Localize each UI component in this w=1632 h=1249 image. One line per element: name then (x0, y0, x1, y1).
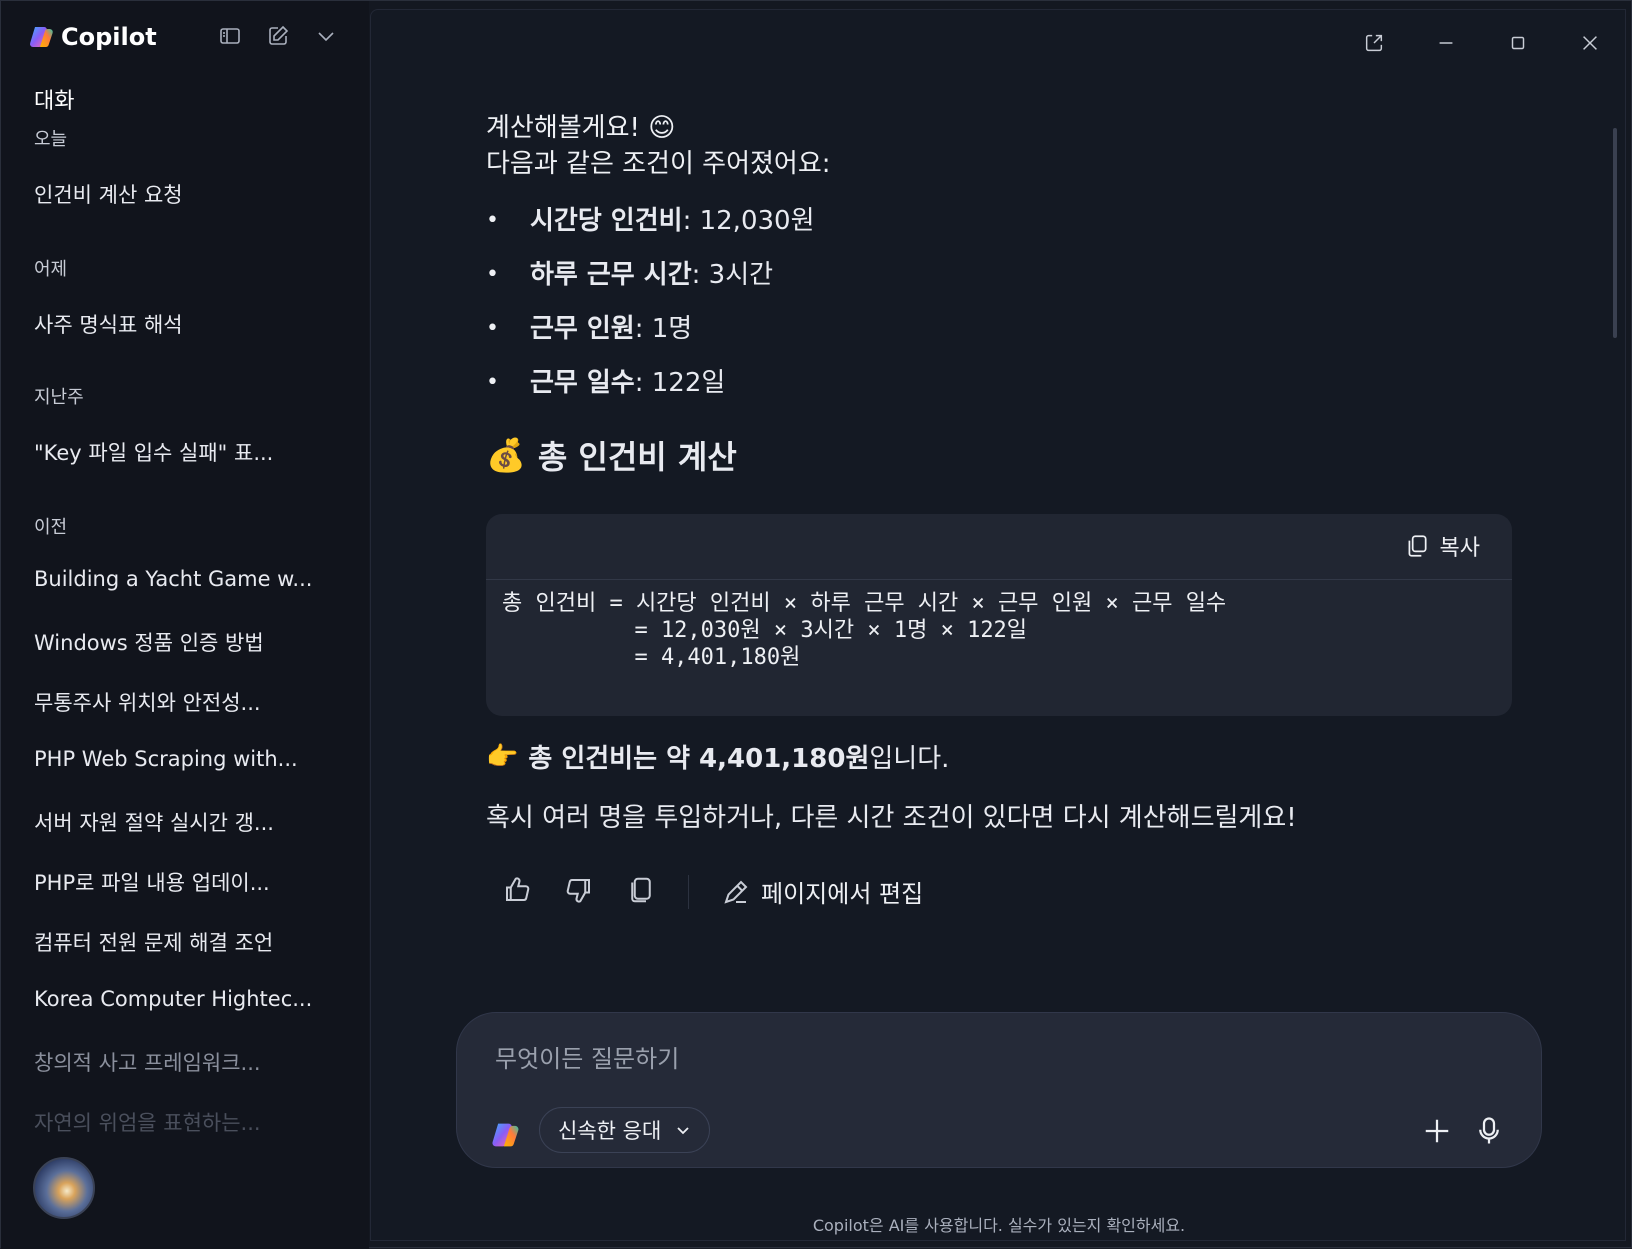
conversation-item[interactable]: 컴퓨터 전원 문제 해결 조언 (34, 927, 334, 957)
copy-message-button[interactable] (626, 875, 656, 909)
mode-label: 신속한 응대 (558, 1119, 662, 1143)
copy-code-button[interactable]: 복사 (1404, 530, 1480, 562)
edit-icon (269, 25, 289, 45)
conversation-item[interactable]: Building a Yacht Game w... (34, 567, 334, 591)
like-button[interactable] (502, 875, 532, 909)
list-item: 시간당 인건비: 12,030원 (486, 194, 1526, 248)
condition-label: 하루 근무 시간 (530, 260, 692, 290)
conversation-item[interactable]: 인건비 계산 요청 (34, 179, 334, 209)
maximize-button[interactable] (1501, 26, 1535, 60)
intro-line-1: 계산해볼게요! 😊 (486, 113, 676, 143)
result-text: 총 인건비는 약 4,401,180원입니다. (528, 738, 949, 775)
composer: 신속한 응대 (456, 1012, 1542, 1168)
copilot-window: Copilot 대화 오늘 인건비 계산 요청 어제 사주 명식표 해석 지난주… (0, 0, 1632, 1249)
intro-line-2: 다음과 같은 조건이 주어졌어요: (486, 149, 831, 179)
conversation-menu-button[interactable] (311, 21, 341, 51)
code-block: 복사 총 인건비 = 시간당 인건비 × 하루 근무 시간 × 근무 인원 × … (486, 514, 1512, 716)
result-tail: 입니다. (869, 744, 950, 774)
group-label-last-week: 지난주 (34, 387, 84, 408)
conversation-item[interactable]: 창의적 사고 프레임워크... (34, 1047, 334, 1077)
conversations-heading: 대화 (34, 89, 75, 114)
minimize-button[interactable] (1429, 26, 1463, 60)
new-chat-button[interactable] (263, 21, 293, 51)
user-avatar[interactable] (33, 1157, 95, 1219)
edit-label: 페이지에서 편집 (761, 880, 924, 908)
voice-input-button[interactable] (1469, 1111, 1509, 1151)
thumbs-up-icon (506, 876, 530, 901)
copy-icon (631, 877, 651, 902)
conversation-item[interactable]: 자연의 위엄을 표현하는... (34, 1107, 334, 1137)
plus-icon (1425, 1119, 1449, 1143)
message-input[interactable] (495, 1039, 1475, 1079)
money-bag-icon: 💰 (486, 436, 526, 474)
copy-icon (1408, 535, 1427, 557)
add-attachment-button[interactable] (1417, 1111, 1457, 1151)
section-heading: 💰 총 인건비 계산 (486, 432, 1526, 478)
brand: Copilot (27, 21, 157, 53)
group-label-earlier: 이전 (34, 517, 68, 538)
dislike-button[interactable] (564, 875, 594, 909)
conversation-item[interactable]: PHP로 파일 내용 업데이... (34, 867, 334, 897)
sidebar-toolbar (215, 21, 341, 51)
chat-panel: 계산해볼게요! 😊 다음과 같은 조건이 주어졌어요: 시간당 인건비: 12,… (370, 9, 1626, 1241)
condition-label: 근무 인원 (530, 314, 635, 344)
edit-in-page-button[interactable]: 페이지에서 편집 (721, 874, 923, 909)
sidebar-toggle-button[interactable] (215, 21, 245, 51)
assistant-message: 계산해볼게요! 😊 다음과 같은 조건이 주어졌어요: 시간당 인건비: 12,… (486, 110, 1526, 909)
list-item: 근무 인원: 1명 (486, 302, 1526, 356)
copilot-logo-icon (30, 27, 53, 47)
code-block-header: 복사 (486, 514, 1512, 580)
pointing-hand-icon: 👉 (486, 741, 519, 772)
disclaimer: Copilot은 AI를 사용합니다. 실수가 있는지 확인하세요. (812, 1216, 1186, 1235)
conversation-item[interactable]: Windows 정품 인증 방법 (34, 627, 334, 657)
conversation-item[interactable]: 사주 명식표 해석 (34, 309, 334, 339)
conversation-item[interactable]: 서버 자원 절약 실시간 갱... (34, 807, 334, 837)
conversation-item[interactable]: Korea Computer Hightec... (34, 987, 334, 1011)
conversation-item[interactable]: PHP Web Scraping with... (34, 747, 334, 771)
maximize-icon (1511, 36, 1525, 50)
popout-icon (1365, 34, 1383, 52)
sidebar: Copilot 대화 오늘 인건비 계산 요청 어제 사주 명식표 해석 지난주… (1, 1, 369, 1249)
scrollbar[interactable] (1613, 128, 1617, 338)
condition-value: : 12,030원 (682, 206, 815, 236)
response-mode-select[interactable]: 신속한 응대 (539, 1107, 711, 1153)
close-icon (1583, 36, 1597, 50)
conditions-list: 시간당 인건비: 12,030원 하루 근무 시간: 3시간 근무 인원: 1명… (486, 194, 1526, 410)
window-controls (1357, 26, 1607, 60)
popout-button[interactable] (1357, 26, 1391, 60)
code-content: 총 인건비 = 시간당 인건비 × 하루 근무 시간 × 근무 인원 × 근무 … (502, 591, 1227, 670)
group-label-today: 오늘 (34, 129, 68, 150)
section-title: 총 인건비 계산 (537, 438, 737, 476)
chevron-down-icon (677, 1127, 689, 1135)
condition-value: : 1명 (634, 314, 693, 344)
followup-text: 혹시 여러 명을 투입하거나, 다른 시간 조건이 있다면 다시 계산해드릴게요… (486, 803, 1297, 833)
conversation-item[interactable]: "Key 파일 입수 실패" 표... (34, 437, 334, 467)
pen-icon (724, 880, 748, 904)
divider (688, 874, 689, 909)
thumbs-down-icon (566, 878, 590, 903)
close-button[interactable] (1573, 26, 1607, 60)
chevron-down-icon (318, 32, 334, 42)
condition-label: 근무 일수 (530, 368, 635, 398)
sidebar-toggle-icon (220, 28, 240, 44)
list-item: 근무 일수: 122일 (486, 356, 1526, 410)
condition-value: : 3시간 (691, 260, 774, 290)
conversation-item[interactable]: 무통주사 위치와 안전성... (34, 687, 334, 717)
copy-label: 복사 (1439, 536, 1480, 561)
minimize-icon (1439, 42, 1453, 44)
app-title: Copilot (61, 23, 157, 51)
result-line: 👉 총 인건비는 약 4,401,180원입니다. (486, 738, 1526, 775)
condition-value: : 122일 (634, 368, 726, 398)
list-item: 하루 근무 시간: 3시간 (486, 248, 1526, 302)
condition-label: 시간당 인건비 (530, 206, 683, 236)
group-label-yesterday: 어제 (34, 259, 68, 280)
mic-icon (1479, 1117, 1499, 1144)
copilot-logo-icon (492, 1123, 519, 1147)
result-bold: 총 인건비는 약 4,401,180원 (528, 744, 870, 774)
message-actions: 페이지에서 편집 (486, 874, 1526, 909)
